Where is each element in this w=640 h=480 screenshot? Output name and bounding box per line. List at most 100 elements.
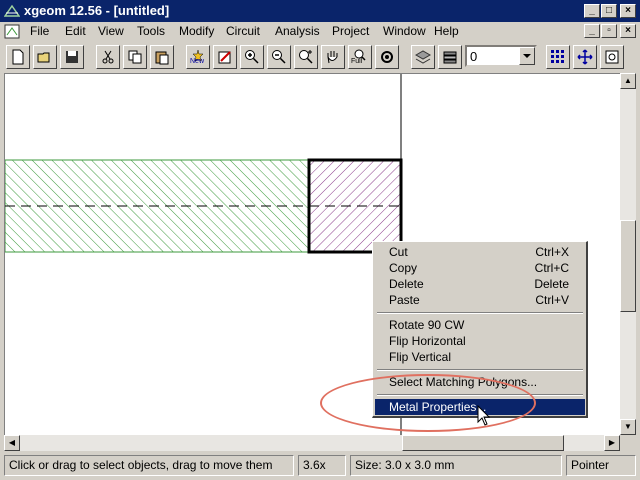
app-icon	[4, 3, 20, 19]
level-combo[interactable]: 0	[465, 45, 537, 67]
ctx-paste-shortcut: Ctrl+V	[535, 293, 569, 307]
status-size: Size: 3.0 x 3.0 mm	[350, 455, 562, 476]
zoom-area-icon	[299, 50, 313, 64]
menu-project[interactable]: Project	[332, 24, 369, 38]
ctx-cut[interactable]: Cut Ctrl+X	[375, 244, 585, 260]
selected-port-polygon[interactable]	[307, 158, 403, 254]
snap-icon	[605, 50, 619, 64]
menu-modify[interactable]: Modify	[179, 24, 214, 38]
copy-icon	[128, 50, 142, 64]
move-icon	[577, 49, 593, 65]
grid-icon	[551, 50, 564, 63]
new-file-button[interactable]	[6, 45, 30, 69]
ctx-flip-horizontal-label: Flip Horizontal	[389, 334, 466, 348]
minimize-button[interactable]: _	[584, 4, 600, 18]
highlight-callout	[320, 374, 536, 432]
zoom-out-icon	[272, 50, 286, 64]
menu-circuit[interactable]: Circuit	[226, 24, 260, 38]
status-bar: Click or drag to select objects, drag to…	[0, 452, 640, 480]
new-project-button[interactable]: New	[186, 45, 210, 69]
menu-edit[interactable]: Edit	[65, 24, 86, 38]
paste-icon	[155, 51, 169, 65]
ctx-copy-shortcut: Ctrl+C	[534, 261, 569, 275]
ctx-copy[interactable]: Copy Ctrl+C	[375, 260, 585, 276]
ctx-delete-label: Delete	[389, 277, 424, 291]
ctx-flip-vertical[interactable]: Flip Vertical	[375, 349, 585, 365]
ctx-separator	[377, 369, 583, 371]
open-folder-icon	[37, 52, 50, 63]
pan-hand-icon	[327, 51, 338, 64]
ctx-rotate-label: Rotate 90 CW	[389, 318, 465, 332]
ctx-paste[interactable]: Paste Ctrl+V	[375, 292, 585, 308]
ctx-cut-shortcut: Ctrl+X	[535, 245, 569, 259]
doc-close-button[interactable]: ×	[620, 24, 636, 38]
doc-restore-button[interactable]: ▫	[601, 24, 617, 38]
close-button[interactable]: ×	[620, 4, 636, 18]
horizontal-scroll-thumb[interactable]	[402, 435, 564, 451]
save-icon	[66, 51, 78, 63]
ctx-paste-label: Paste	[389, 293, 420, 307]
scroll-up-button[interactable]: ▲	[620, 73, 636, 89]
menu-file[interactable]: File	[30, 24, 49, 38]
title-bar: xgeom 12.56 - [untitled]	[0, 0, 640, 22]
copy-button[interactable]	[123, 45, 147, 69]
paste-button[interactable]	[150, 45, 174, 69]
cut-icon	[102, 50, 114, 64]
ctx-delete[interactable]: Delete Delete	[375, 276, 585, 292]
pointer-cursor-icon	[477, 405, 491, 426]
new-file-icon	[12, 49, 24, 65]
status-mode: Pointer	[566, 455, 636, 476]
ctx-cut-label: Cut	[389, 245, 408, 259]
new-label: New	[190, 58, 205, 65]
horizontal-scrollbar[interactable]: ◀ ▶	[4, 435, 620, 451]
combo-dropdown-button[interactable]	[519, 47, 535, 65]
zoom-full-button[interactable]: Full	[348, 45, 372, 69]
snap-button[interactable]	[600, 45, 624, 69]
scroll-left-button[interactable]: ◀	[4, 435, 20, 451]
toolbar: New Full	[0, 42, 640, 72]
ctx-rotate[interactable]: Rotate 90 CW	[375, 317, 585, 333]
vertical-scroll-thumb[interactable]	[620, 220, 636, 312]
zoom-area-button[interactable]	[294, 45, 318, 69]
menu-window[interactable]: Window	[383, 24, 426, 38]
maximize-button[interactable]: □	[601, 4, 617, 18]
pan-button[interactable]	[321, 45, 345, 69]
open-button[interactable]	[33, 45, 57, 69]
menu-view[interactable]: View	[98, 24, 124, 38]
document-icon[interactable]	[4, 24, 20, 39]
chevron-down-icon	[523, 54, 531, 58]
scroll-right-button[interactable]: ▶	[604, 435, 620, 451]
ctx-copy-label: Copy	[389, 261, 418, 275]
doc-minimize-button[interactable]: _	[584, 24, 600, 38]
stack-button[interactable]	[438, 45, 462, 69]
layer-3d-button[interactable]	[411, 45, 435, 69]
cut-button[interactable]	[96, 45, 120, 69]
edit-icon	[218, 51, 231, 64]
menu-help[interactable]: Help	[434, 24, 459, 38]
scroll-down-button[interactable]: ▼	[620, 419, 636, 435]
settings-button[interactable]	[375, 45, 399, 69]
ctx-flip-horizontal[interactable]: Flip Horizontal	[375, 333, 585, 349]
status-hint: Click or drag to select objects, drag to…	[4, 455, 294, 476]
stack-icon	[443, 51, 457, 64]
settings-icon	[381, 51, 393, 63]
menu-tools[interactable]: Tools	[137, 24, 165, 38]
ctx-delete-shortcut: Delete	[534, 277, 569, 291]
layer-3d-icon	[415, 50, 431, 64]
status-zoom: 3.6x	[298, 455, 346, 476]
ctx-flip-vertical-label: Flip Vertical	[389, 350, 452, 364]
zoom-in-button[interactable]	[240, 45, 264, 69]
menu-analysis[interactable]: Analysis	[275, 24, 320, 38]
window-title: xgeom 12.56 - [untitled]	[24, 3, 170, 18]
grid-button[interactable]	[546, 45, 570, 69]
edit-button[interactable]	[213, 45, 237, 69]
level-value: 0	[470, 49, 478, 64]
vertical-scrollbar[interactable]: ▲ ▼	[620, 73, 636, 435]
move-button[interactable]	[573, 45, 597, 69]
zoom-out-button[interactable]	[267, 45, 291, 69]
full-label: Full	[351, 58, 363, 65]
save-button[interactable]	[60, 45, 84, 69]
menu-bar: File Edit View Tools Modify Circuit Anal…	[0, 22, 640, 41]
zoom-in-icon	[245, 50, 259, 64]
ctx-separator	[377, 312, 583, 314]
